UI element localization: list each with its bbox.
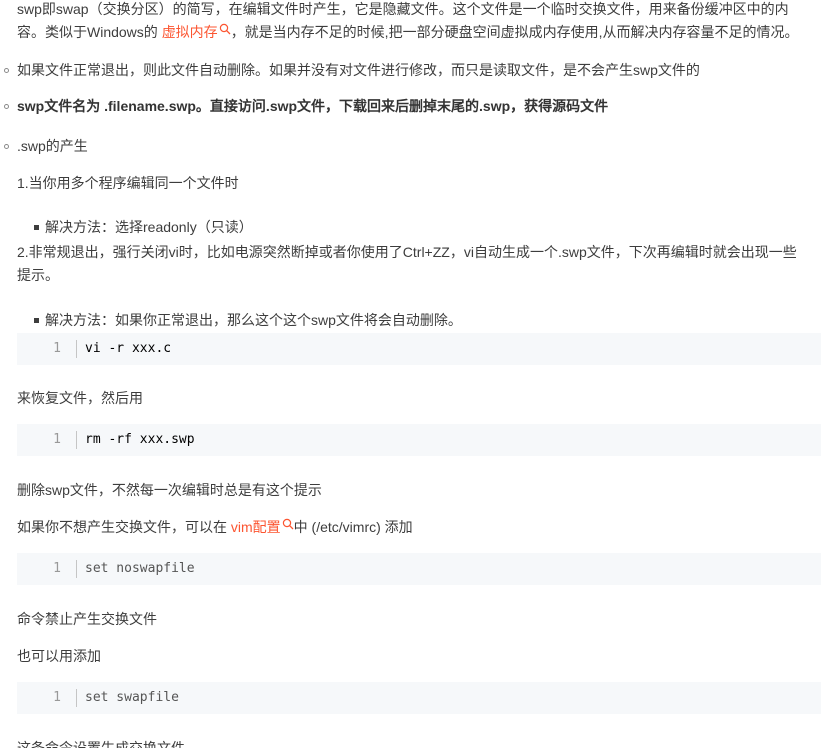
code-line-number: 1 — [53, 341, 61, 356]
paragraph-solution-1: 解决方法：选择readonly（只读） — [45, 219, 253, 235]
code-line: vi -r xxx.c — [85, 341, 172, 356]
code-block-noswapfile: 1 set noswapfile — [17, 553, 821, 585]
paragraph-solution-2: 解决方法：如果你正常退出，那么这个这个swp文件将会自动删除。 — [45, 312, 462, 328]
paragraph-case-1: 1.当你用多个程序编辑同一个文件时 — [17, 175, 239, 191]
code-line: set noswapfile — [85, 561, 195, 576]
paragraph-swp-intro-line2: 容。类似于Windows的 虚拟内存 ，就是当内存不足的时候,把一部分硬盘空间虚拟… — [17, 23, 799, 40]
code-block-recover: 1 vi -r xxx.c — [17, 333, 821, 365]
subheading-swp-origin: .swp的产生 — [17, 138, 88, 154]
article-content: swp即swap（交换分区）的简写，在编辑文件时产生，它是隐藏文件。这个文件是一… — [0, 0, 828, 748]
code-gutter-divider — [76, 431, 77, 449]
search-icon[interactable] — [282, 518, 294, 530]
code-line: set swapfile — [85, 690, 179, 705]
code-line-number: 1 — [53, 561, 61, 576]
paragraph-case-2-line2: 提示。 — [17, 267, 59, 283]
list-bullet — [4, 68, 9, 73]
search-icon[interactable] — [219, 23, 231, 35]
list-bullet — [4, 104, 9, 109]
list-bullet — [34, 318, 39, 323]
code-block-remove: 1 rm -rf xxx.swp — [17, 424, 821, 456]
code-gutter-divider — [76, 689, 77, 707]
vim-config-link[interactable]: vim配置 — [231, 519, 281, 535]
paragraph-disable-swap: 命令禁止产生交换文件 — [17, 611, 157, 627]
code-line: rm -rf xxx.swp — [85, 432, 195, 447]
code-gutter-divider — [76, 340, 77, 358]
paragraph-swp-intro-line1: swp即swap（交换分区）的简写，在编辑文件时产生，它是隐藏文件。这个文件是一… — [17, 1, 789, 17]
code-line-number: 1 — [53, 690, 61, 705]
paragraph-swp-filename: swp文件名为 .filename.swp。直接访问.swp文件，下载回来后删掉… — [17, 98, 609, 114]
list-bullet — [4, 144, 9, 149]
paragraph-vim-config: 如果你不想产生交换文件，可以在 vim配置中 (/etc/vimrc) 添加 — [17, 518, 413, 535]
code-gutter-divider — [76, 560, 77, 578]
virtual-memory-link[interactable]: 虚拟内存 — [162, 24, 218, 40]
code-block-swapfile: 1 set swapfile — [17, 682, 821, 714]
paragraph-then-use: 来恢复文件，然后用 — [17, 390, 143, 406]
paragraph-delete-swp: 删除swp文件，不然每一次编辑时总是有这个提示 — [17, 482, 322, 498]
paragraph-also-add: 也可以用添加 — [17, 648, 101, 664]
paragraph-case-2-line1: 2.非常规退出，强行关闭vi时，比如电源突然断掉或者你使用了Ctrl+ZZ，vi… — [17, 244, 797, 260]
code-line-number: 1 — [53, 432, 61, 447]
list-bullet — [34, 225, 39, 230]
paragraph-enable-swap: 这条命令设置生成交换文件 — [17, 740, 185, 748]
paragraph-normal-exit: 如果文件正常退出，则此文件自动删除。如果并没有对文件进行修改，而只是读取文件，是… — [17, 62, 700, 78]
